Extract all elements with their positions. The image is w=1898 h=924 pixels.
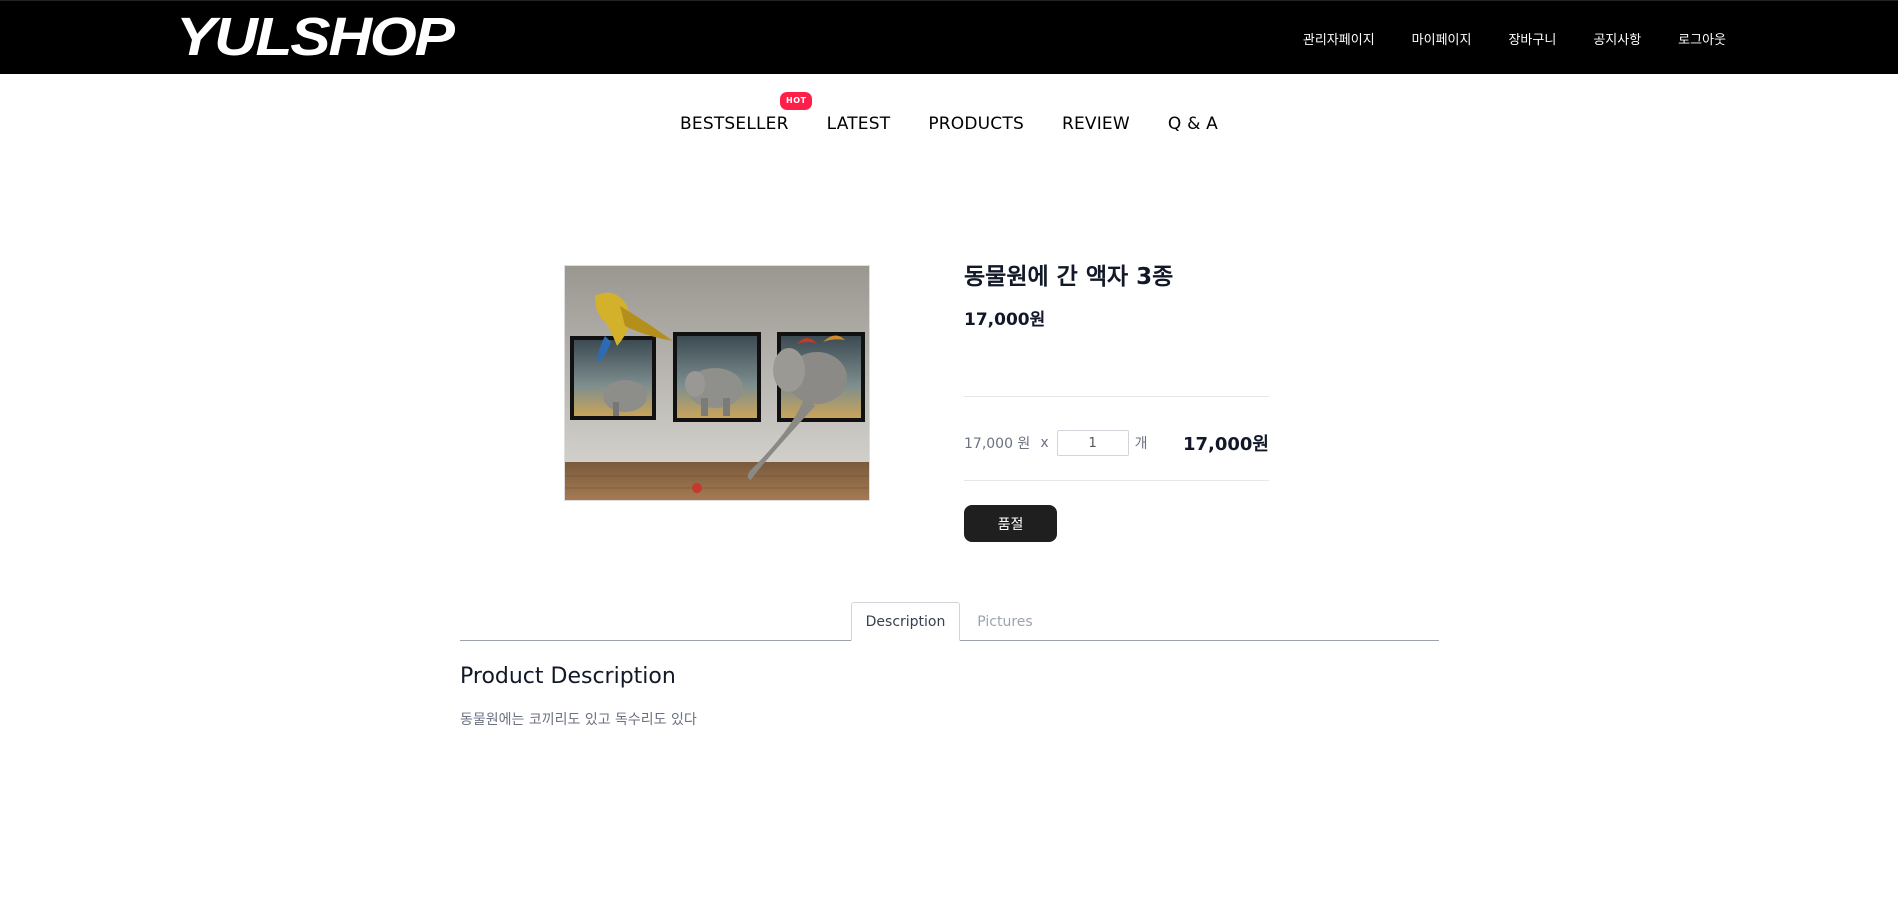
main-nav: BESTSELLER HOT LATEST PRODUCTS REVIEW Q … — [0, 92, 1898, 150]
tab-description[interactable]: Description — [851, 602, 960, 641]
description-heading: Product Description — [460, 664, 676, 689]
product-image — [564, 265, 870, 501]
quantity-unit: 개 — [1134, 436, 1148, 452]
unit-price: 17,000 원 — [964, 436, 1031, 452]
times-sign: x — [1040, 435, 1049, 451]
logout-link[interactable]: 로그아웃 — [1678, 29, 1726, 48]
nav-latest[interactable]: LATEST — [827, 98, 891, 150]
product-title: 동물원에 간 액자 3종 — [964, 264, 1174, 290]
nav-review[interactable]: REVIEW — [1062, 98, 1130, 150]
product-price: 17,000원 — [964, 310, 1046, 330]
notice-link[interactable]: 공지사항 — [1593, 29, 1641, 48]
my-page-link[interactable]: 마이페이지 — [1412, 29, 1472, 48]
soldout-button[interactable]: 품절 — [964, 505, 1057, 542]
description-text: 동물원에는 코끼리도 있고 독수리도 있다 — [460, 712, 697, 728]
tab-pictures[interactable]: Pictures — [960, 602, 1050, 641]
nav-qna[interactable]: Q & A — [1168, 98, 1218, 150]
product-image-art — [565, 266, 869, 500]
quantity-row: 17,000 원 x 개 17,000원 — [964, 428, 1269, 458]
nav-products[interactable]: PRODUCTS — [928, 98, 1024, 150]
admin-page-link[interactable]: 관리자페이지 — [1303, 29, 1375, 48]
total-price: 17,000원 — [1182, 434, 1269, 455]
divider-top — [964, 396, 1269, 397]
nav-bestseller-label: BESTSELLER — [680, 114, 789, 134]
top-header: YULSHOP 관리자페이지 마이페이지 장바구니 공지사항 로그아웃 — [0, 0, 1898, 74]
hot-badge: HOT — [780, 92, 813, 110]
quantity-input[interactable] — [1056, 430, 1129, 456]
nav-bestseller[interactable]: BESTSELLER HOT — [680, 92, 813, 150]
divider-bottom — [964, 480, 1269, 481]
cart-link[interactable]: 장바구니 — [1508, 29, 1556, 48]
product-info: 동물원에 간 액자 3종 17,000원 — [964, 260, 1269, 332]
top-links: 관리자페이지 마이페이지 장바구니 공지사항 로그아웃 — [1303, 1, 1726, 75]
site-logo[interactable]: YULSHOP — [176, 7, 455, 67]
